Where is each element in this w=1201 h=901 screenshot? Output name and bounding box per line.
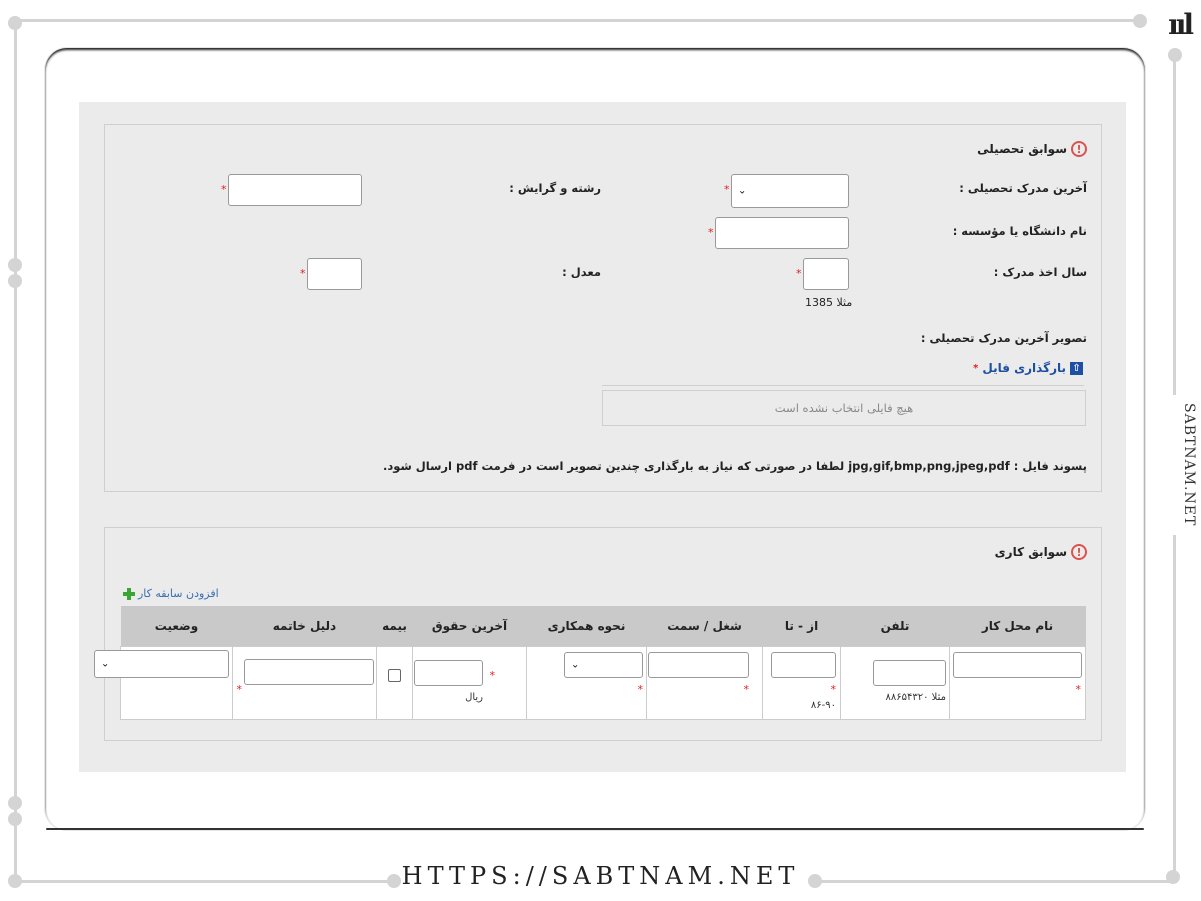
required-star: *	[724, 183, 730, 196]
required-star: *	[1075, 683, 1082, 696]
info-icon: !	[1071, 544, 1087, 560]
salary-unit: ریال	[465, 692, 483, 703]
education-title: ! سوابق تحصیلی	[977, 141, 1087, 157]
year-label: سال اخذ مدرک :	[993, 265, 1087, 279]
add-work-history-button[interactable]: افزودن سابقه کار	[123, 587, 219, 600]
last-salary-cell: * ریال	[412, 646, 527, 720]
frame-dot	[8, 16, 22, 30]
work-history-table: نام محل کار تلفن از - تا شغل / سمت نحوه …	[94, 606, 1086, 720]
col-end-reason: دلیل خاتمه	[232, 606, 377, 647]
cooperation-cell: ⌄ *	[526, 646, 647, 720]
frame-dot	[8, 274, 22, 288]
col-last-salary: آخرین حقوق	[412, 606, 527, 647]
end-reason-cell: *	[232, 646, 377, 720]
chevron-down-icon: ⌄	[738, 185, 747, 197]
year-input[interactable]	[803, 258, 849, 290]
info-icon: !	[1071, 141, 1087, 157]
field-label: رشته و گرایش :	[509, 181, 601, 195]
position-input[interactable]	[648, 652, 749, 678]
frame-top-line	[18, 19, 1140, 22]
required-star: *	[489, 669, 496, 682]
work-section: ! سوابق کاری افزودن سابقه کار نام محل کا…	[94, 527, 1102, 741]
university-label: نام دانشگاه یا مؤسسه :	[952, 224, 1087, 238]
upload-icon: ⇧	[1070, 361, 1083, 375]
workplace-cell: *	[949, 646, 1086, 720]
required-star: *	[300, 267, 306, 280]
col-workplace: نام محل کار	[949, 606, 1086, 647]
upload-file-button[interactable]: ⇧ بارگذاری فایل *	[973, 361, 1083, 375]
required-star: *	[236, 683, 243, 696]
chevron-down-icon: ⌄	[101, 658, 110, 670]
work-title: ! سوابق کاری	[995, 544, 1087, 560]
required-star: *	[708, 226, 714, 239]
footer-url: HTTPS://SABTNAM.NET	[401, 862, 800, 890]
required-star: *	[830, 683, 837, 696]
frame-dot	[1168, 48, 1182, 62]
frame-left-line	[14, 22, 17, 880]
upload-divider	[602, 385, 1084, 386]
frame-dot	[1133, 14, 1147, 28]
phone-input[interactable]	[873, 660, 946, 686]
required-star: *	[637, 683, 644, 696]
table-row: * مثلا ۸۸۶۵۴۳۲۰ * ۸۶-۹۰ * ⌄ * * ریال * ⌄	[94, 646, 1086, 720]
last-salary-input[interactable]	[414, 660, 483, 686]
table-header-row: نام محل کار تلفن از - تا شغل / سمت نحوه …	[120, 606, 1086, 647]
year-hint: مثلا 1385	[805, 296, 853, 309]
frame-dot	[8, 812, 22, 826]
field-input[interactable]	[228, 174, 362, 206]
col-phone: تلفن	[840, 606, 950, 647]
plus-icon	[123, 587, 135, 600]
col-cooperation: نحوه همکاری	[526, 606, 647, 647]
phone-cell: مثلا ۸۸۶۵۴۳۲۰	[840, 646, 950, 720]
end-reason-input[interactable]	[244, 659, 374, 685]
gpa-label: معدل :	[562, 265, 601, 279]
no-file-box: هیچ فایلی انتخاب نشده است	[602, 390, 1086, 426]
col-position: شغل / سمت	[646, 606, 763, 647]
col-insurance: بیمه	[376, 606, 413, 647]
insurance-cell	[376, 646, 413, 720]
chevron-down-icon: ⌄	[571, 659, 580, 671]
frame-dot	[8, 796, 22, 810]
required-star: *	[796, 267, 802, 280]
side-watermark: SABTNAM.NET	[1167, 395, 1197, 535]
education-section: ! سوابق تحصیلی آخرین مدرک تحصیلی : ⌄ * ر…	[104, 124, 1102, 492]
university-input[interactable]	[715, 217, 849, 249]
position-cell: *	[646, 646, 763, 720]
required-star: *	[221, 183, 227, 196]
degree-image-label: تصویر آخرین مدرک تحصیلی :	[920, 331, 1087, 345]
frame-dot	[8, 258, 22, 272]
from-to-input[interactable]	[771, 652, 836, 678]
gpa-input[interactable]	[307, 258, 362, 290]
status-select[interactable]: ⌄	[94, 650, 229, 678]
required-star: *	[743, 683, 750, 696]
range-hint: ۸۶-۹۰	[810, 700, 836, 711]
col-status: وضعیت	[120, 606, 233, 647]
phone-hint: مثلا ۸۸۶۵۴۳۲۰	[885, 692, 947, 703]
corner-logo: ııl	[1168, 8, 1194, 41]
insurance-checkbox[interactable]	[388, 669, 401, 682]
file-format-note: پسوند فایل : jpg,gif,bmp,png,jpeg,pdf لط…	[383, 459, 1087, 473]
workplace-input[interactable]	[953, 652, 1082, 678]
required-star: *	[973, 362, 979, 374]
last-degree-select[interactable]: ⌄	[731, 174, 849, 208]
col-from-to: از - تا	[762, 606, 841, 647]
from-to-cell: * ۸۶-۹۰	[762, 646, 841, 720]
card-bottom-edge	[46, 828, 1144, 830]
status-cell: ⌄	[94, 646, 233, 720]
cooperation-select[interactable]: ⌄	[564, 652, 643, 678]
last-degree-label: آخرین مدرک تحصیلی :	[959, 181, 1087, 195]
